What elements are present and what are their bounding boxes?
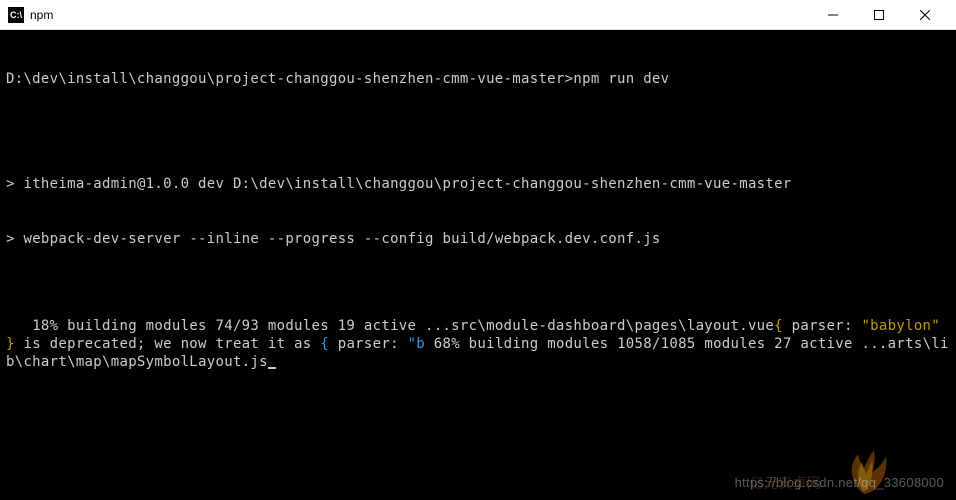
output-line: > webpack-dev-server --inline --progress… [6,230,950,248]
close-button[interactable] [902,0,948,30]
brace-open: { [320,336,337,352]
prompt-line: D:\dev\install\changgou\project-changgou… [6,70,950,88]
blank-line [6,125,950,139]
terminal-area[interactable]: D:\dev\install\changgou\project-changgou… [0,30,956,500]
parser-key: parser: [792,318,862,334]
parser-key: parser: [338,336,408,352]
window-title: npm [30,8,810,22]
maximize-button[interactable] [856,0,902,30]
blank-line [6,284,950,298]
titlebar: C:\ npm [0,0,956,30]
output-progress: 18% building modules 74/93 modules 19 ac… [6,318,949,370]
brace-open: { [774,318,791,334]
command-text: npm run dev [573,71,669,87]
watermark-url: https://blog.csdn.net/qq_33608000 [735,475,944,492]
cursor [268,367,276,369]
minimize-button[interactable] [810,0,856,30]
terminal-icon: C:\ [8,7,24,23]
parser-val: "babylon" [861,318,940,334]
parser-val: "b [408,336,425,352]
window-controls [810,0,948,30]
output-line: > itheima-admin@1.0.0 dev D:\dev\install… [6,175,950,193]
prompt-path: D:\dev\install\changgou\project-changgou… [6,71,573,87]
